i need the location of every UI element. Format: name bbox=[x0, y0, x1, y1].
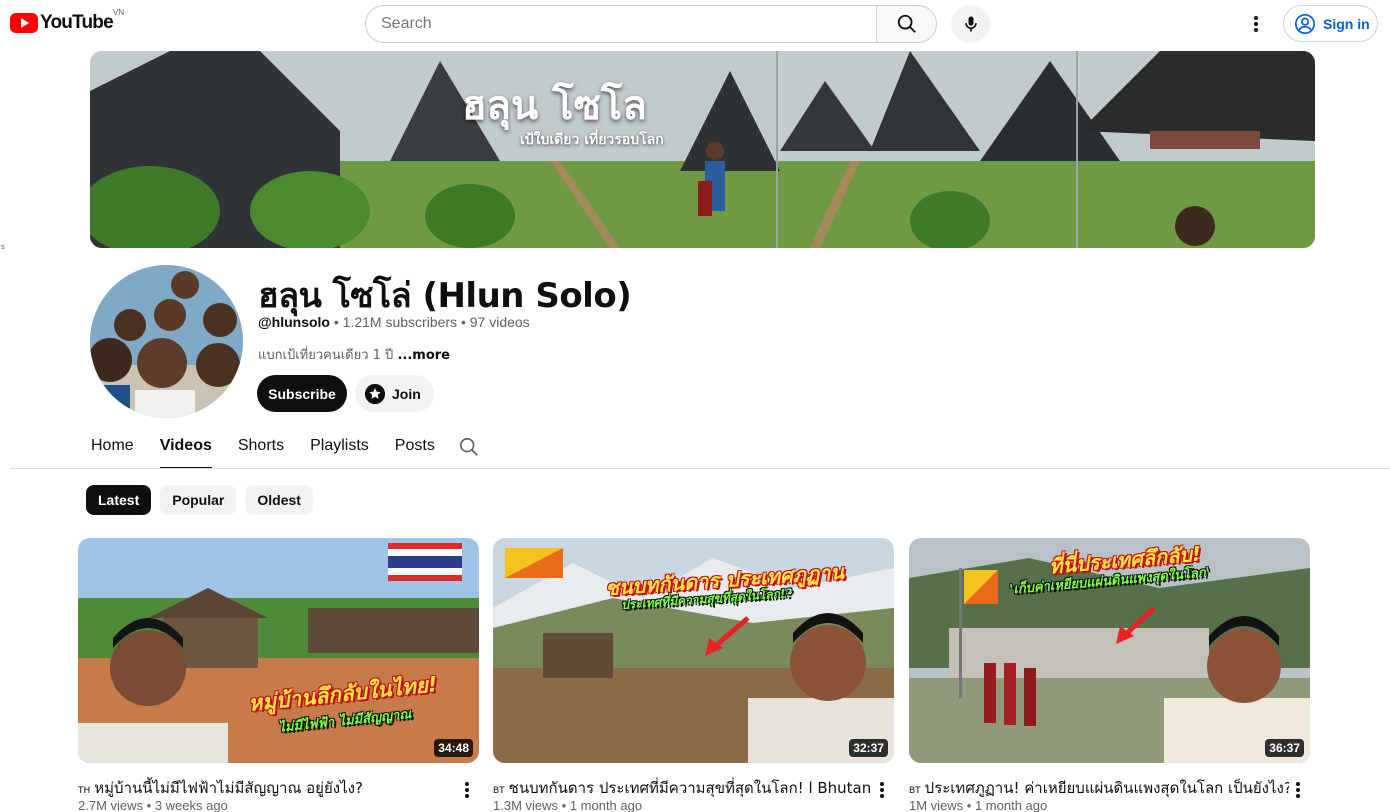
upload-age: 3 weeks ago bbox=[154, 798, 228, 812]
more-link[interactable]: ...more bbox=[397, 348, 450, 363]
search-button[interactable] bbox=[876, 5, 937, 43]
country-code: VN bbox=[113, 8, 125, 17]
banner-image bbox=[90, 51, 1315, 248]
search-icon bbox=[897, 14, 916, 33]
channel-banner: ฮลุน โซโล เป้ใบเดียว เที่ยวรอบโลก bbox=[90, 51, 1315, 248]
video-menu-button[interactable] bbox=[870, 778, 894, 802]
video-duration: 34:48 bbox=[434, 739, 473, 757]
tab-posts[interactable]: Posts bbox=[382, 432, 448, 469]
view-count: 2.7M views bbox=[78, 798, 144, 812]
sort-chips: Latest Popular Oldest bbox=[86, 485, 313, 515]
logo-text: YouTube bbox=[40, 12, 114, 33]
view-count: 1M views bbox=[909, 798, 964, 812]
video-title-text: หมู่บ้านนี้ไม่มีไฟฟ้าไม่มีสัญญาณ อยู่ยัง… bbox=[94, 779, 363, 797]
video-meta: 2.7M views • 3 weeks ago bbox=[78, 798, 228, 812]
subscribe-button[interactable]: Subscribe bbox=[257, 375, 347, 412]
video-card[interactable]: ที่นี่ประเทศลึกลับ! 'เก็บค่าเหยียบแผ่นดิ… bbox=[909, 538, 1310, 812]
channel-meta: @hlunsolo • 1.21M subscribers • 97 video… bbox=[258, 314, 530, 330]
avatar-image bbox=[90, 265, 243, 418]
star-badge-icon bbox=[364, 383, 386, 404]
settings-menu-button[interactable] bbox=[1244, 12, 1268, 36]
chip-popular[interactable]: Popular bbox=[160, 485, 237, 515]
tab-home[interactable]: Home bbox=[78, 432, 147, 469]
video-title-text: ประเทศภูฏาน! ค่าเหยียบแผ่นดินแพงสุดในโลก… bbox=[924, 779, 1289, 797]
meta-separator: • bbox=[333, 314, 339, 330]
chip-oldest[interactable]: Oldest bbox=[245, 485, 313, 515]
search-input[interactable] bbox=[365, 5, 877, 43]
video-duration: 36:37 bbox=[1265, 739, 1304, 757]
subscriber-count: 1.21M subscribers bbox=[342, 314, 458, 330]
channel-tabs: Home Videos Shorts Playlists Posts bbox=[78, 432, 448, 469]
youtube-play-icon bbox=[10, 13, 38, 33]
tabs-divider bbox=[10, 468, 1390, 469]
video-title[interactable]: BT ประเทศภูฏาน! ค่าเหยียบแผ่นดินแพงสุดในโ… bbox=[909, 776, 1289, 800]
join-button[interactable]: Join bbox=[355, 375, 434, 412]
top-bar: YouTube VN Sign in bbox=[0, 0, 1390, 48]
voice-search-button[interactable] bbox=[951, 5, 990, 43]
description-text: แบกเป้เที่ยวคนเดียว 1 ปี bbox=[258, 348, 394, 363]
more-vert-icon bbox=[1254, 16, 1258, 32]
channel-handle[interactable]: @hlunsolo bbox=[258, 314, 330, 330]
sign-in-label: Sign in bbox=[1323, 15, 1370, 32]
channel-avatar[interactable] bbox=[90, 265, 243, 418]
channel-description[interactable]: แบกเป้เที่ยวคนเดียว 1 ปี ...more bbox=[258, 344, 450, 365]
sign-in-button[interactable]: Sign in bbox=[1283, 5, 1378, 42]
account-circle-icon bbox=[1295, 13, 1315, 34]
video-menu-button[interactable] bbox=[455, 778, 479, 802]
join-label: Join bbox=[392, 385, 421, 402]
language-tag: TH bbox=[78, 786, 91, 796]
video-title-text: ชนบทกันดาร ประเทศที่มีความสุขที่สุดในโลก… bbox=[508, 779, 872, 797]
video-title[interactable]: BT ชนบทกันดาร ประเทศที่มีความสุขที่สุดในโ… bbox=[493, 776, 873, 800]
tab-shorts[interactable]: Shorts bbox=[225, 432, 297, 469]
more-vert-icon bbox=[880, 782, 884, 798]
video-duration: 32:37 bbox=[849, 739, 888, 757]
video-menu-button[interactable] bbox=[1286, 778, 1310, 802]
banner-subtitle: เป้ใบเดียว เที่ยวรอบโลก bbox=[520, 132, 664, 148]
upload-age: 1 month ago bbox=[974, 798, 1048, 812]
microphone-icon bbox=[964, 16, 977, 32]
edge-mark: s bbox=[1, 244, 5, 251]
video-meta: 1.3M views • 1 month ago bbox=[493, 798, 643, 812]
video-count: 97 videos bbox=[469, 314, 530, 330]
tab-videos[interactable]: Videos bbox=[147, 432, 225, 469]
meta-separator: • bbox=[460, 314, 466, 330]
banner-title: ฮลุน โซโล bbox=[462, 83, 647, 129]
video-thumbnail[interactable]: ที่นี่ประเทศลึกลับ! 'เก็บค่าเหยียบแผ่นดิ… bbox=[909, 538, 1310, 763]
upload-age: 1 month ago bbox=[569, 798, 643, 812]
video-thumbnail[interactable]: ชนบทกันดาร ประเทศภูฏาน ประเทศที่มีความสุ… bbox=[493, 538, 894, 763]
video-thumbnail[interactable]: หมู่บ้านลึกลับในไทย! ไม่มีไฟฟ้า ไม่มีสัญ… bbox=[78, 538, 479, 763]
channel-search-button[interactable] bbox=[458, 436, 480, 463]
language-tag: BT bbox=[493, 786, 505, 796]
chip-latest[interactable]: Latest bbox=[86, 485, 152, 515]
video-card[interactable]: หมู่บ้านลึกลับในไทย! ไม่มีไฟฟ้า ไม่มีสัญ… bbox=[78, 538, 479, 812]
search-icon bbox=[459, 437, 478, 456]
video-title[interactable]: TH หมู่บ้านนี้ไม่มีไฟฟ้าไม่มีสัญญาณ อยู่ย… bbox=[78, 776, 458, 800]
video-meta: 1M views • 1 month ago bbox=[909, 798, 1048, 812]
youtube-logo[interactable]: YouTube VN bbox=[10, 8, 124, 34]
tab-playlists[interactable]: Playlists bbox=[297, 432, 382, 469]
video-card[interactable]: ชนบทกันดาร ประเทศภูฏาน ประเทศที่มีความสุ… bbox=[493, 538, 894, 812]
view-count: 1.3M views bbox=[493, 798, 559, 812]
more-vert-icon bbox=[1296, 782, 1300, 798]
language-tag: BT bbox=[909, 786, 921, 796]
more-vert-icon bbox=[465, 782, 469, 798]
